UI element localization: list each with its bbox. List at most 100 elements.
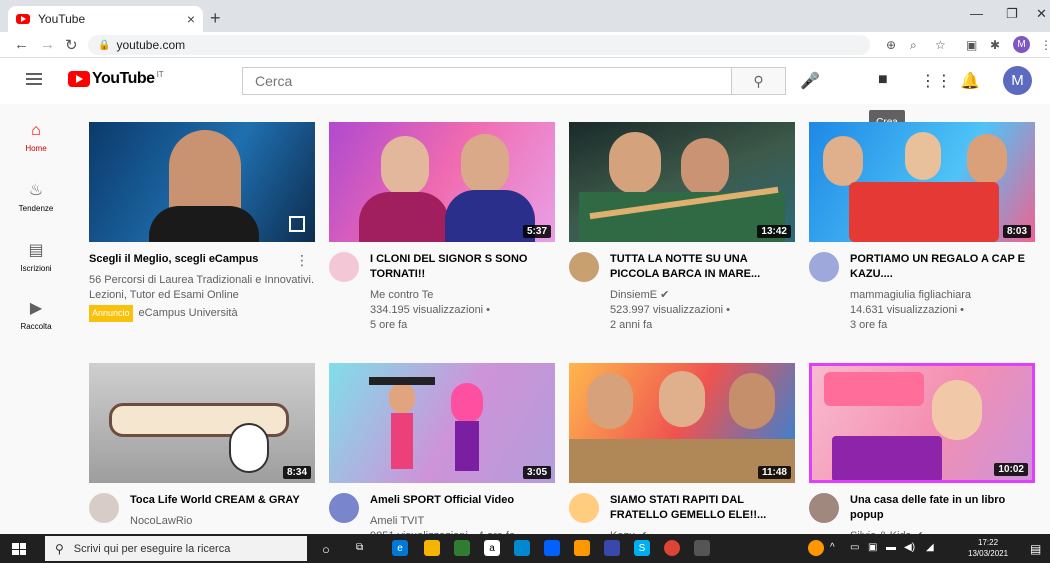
app-icon[interactable] [604, 540, 620, 556]
sidebar-item-tendenze[interactable]: ♨ Tendenze [0, 180, 72, 213]
ad-card[interactable]: Scegli il Meglio, scegli eCampus ⋮ 56 Pe… [89, 122, 315, 322]
dropbox-icon[interactable] [544, 540, 560, 556]
video-duration: 11:48 [757, 466, 791, 479]
channel-name[interactable]: DinsiemE ✔ [610, 288, 795, 303]
sidebar-item-home[interactable]: ⌂ Home [0, 122, 72, 153]
video-card[interactable]: 8:03 PORTIAMO UN REGALO A CAP E KAZU....… [809, 122, 1035, 333]
taskbar-search-input[interactable]: ⚲ Scrivi qui per eseguire la ricerca [45, 536, 307, 561]
channel-name[interactable]: Ameli TVIT [370, 514, 555, 529]
search-button[interactable]: ⚲ [732, 67, 786, 95]
video-thumbnail[interactable]: 11:48 [569, 363, 795, 483]
sidebar-item-raccolta[interactable]: ▶ Raccolta [0, 298, 72, 331]
youtube-play-logo-icon [68, 71, 90, 87]
mail-icon[interactable] [514, 540, 530, 556]
account-avatar[interactable]: M [1003, 66, 1032, 95]
channel-name[interactable]: mammagiulia figliachiara [850, 288, 1035, 303]
video-meta: TUTTA LA NOTTE SU UNA PICCOLA BARCA IN M… [569, 252, 795, 333]
channel-avatar[interactable] [809, 493, 839, 523]
amazon-icon[interactable]: a [484, 540, 500, 556]
video-thumbnail[interactable]: 8:34 [89, 363, 315, 483]
video-title[interactable]: I CLONI DEL SIGNOR S SONO TORNATI!! [370, 252, 555, 282]
video-title[interactable]: Toca Life World CREAM & GRAY [130, 493, 315, 508]
extension-icon[interactable]: ▣ [966, 38, 977, 52]
upload-age: 2 anni fa [610, 319, 653, 331]
notifications-bell-icon[interactable]: 🔔 [960, 71, 980, 91]
restore-icon[interactable]: ❐ [1006, 6, 1018, 22]
close-window-icon[interactable]: ✕ [1036, 6, 1047, 22]
notifications-icon[interactable]: ▤ [1030, 542, 1041, 556]
video-thumbnail[interactable]: 13:42 [569, 122, 795, 242]
tray-icon[interactable]: ▭ [850, 542, 859, 553]
external-link-icon[interactable] [289, 216, 305, 232]
tray-app-icon[interactable] [808, 540, 824, 556]
reload-icon[interactable]: ↻ [65, 36, 78, 54]
video-title[interactable]: Una casa delle fate in un libro popup [850, 493, 1035, 523]
edge-icon[interactable]: e [392, 540, 408, 556]
install-icon[interactable]: ⊕ [886, 38, 896, 52]
back-icon[interactable]: ← [14, 36, 29, 53]
channel-avatar[interactable] [329, 252, 359, 282]
system-clock[interactable]: 17:22 13/03/2021 [968, 537, 1008, 559]
omnibox[interactable]: 🔒 youtube.com [88, 35, 870, 55]
channel-name[interactable]: eCampus Università [139, 307, 238, 319]
close-tab-icon[interactable]: × [187, 11, 195, 27]
minimize-icon[interactable]: — [970, 6, 983, 21]
store-icon[interactable] [454, 540, 470, 556]
video-thumbnail[interactable]: 3:05 [329, 363, 555, 483]
volume-icon[interactable]: ◀) [904, 542, 915, 553]
video-card[interactable]: 8:34 Toca Life World CREAM & GRAY NocoLa… [89, 363, 315, 529]
apps-grid-icon[interactable]: ⋮⋮ [920, 71, 952, 91]
video-card[interactable]: 3:05 Ameli SPORT Official Video Ameli TV… [329, 363, 555, 544]
home-icon: ⌂ [31, 122, 41, 139]
ad-badge: Annuncio [89, 305, 133, 322]
channel-name[interactable]: NocoLawRio [130, 514, 315, 529]
channel-avatar[interactable] [569, 493, 599, 523]
wifi-icon[interactable]: ◢ [926, 542, 934, 553]
video-thumbnail[interactable] [89, 122, 315, 242]
battery-icon[interactable]: ▬ [886, 542, 896, 553]
zoom-icon[interactable]: ⌕ [910, 38, 917, 53]
windows-start-icon[interactable] [12, 543, 26, 555]
video-thumbnail[interactable]: 5:37 [329, 122, 555, 242]
task-view-icon[interactable]: ⧉ [356, 542, 363, 553]
create-video-icon[interactable]: ■ [878, 71, 888, 89]
cortana-icon[interactable]: ○ [322, 542, 330, 557]
video-card[interactable]: 5:37 I CLONI DEL SIGNOR S SONO TORNATI!!… [329, 122, 555, 333]
channel-avatar[interactable] [569, 252, 599, 282]
upload-age: 3 ore fa [850, 319, 888, 331]
search-input[interactable]: Cerca [242, 67, 732, 95]
channel-avatar[interactable] [329, 493, 359, 523]
video-title[interactable]: Scegli il Meglio, scegli eCampus [89, 252, 315, 267]
channel-avatar[interactable] [89, 493, 119, 523]
sidebar-item-iscrizioni[interactable]: ▤ Iscrizioni [0, 240, 72, 273]
more-options-icon[interactable]: ⋮ [295, 252, 309, 269]
skype-icon[interactable]: S [634, 540, 650, 556]
video-thumbnail[interactable]: 8:03 [809, 122, 1035, 242]
tray-icon[interactable]: ▣ [868, 542, 877, 553]
firefox-icon[interactable] [574, 540, 590, 556]
app-icon[interactable] [694, 540, 710, 556]
video-title[interactable]: SIAMO STATI RAPITI DAL FRATELLO GEMELLO … [610, 493, 795, 523]
browser-menu-icon[interactable]: ⋮ [1040, 38, 1050, 52]
menu-hamburger-icon[interactable] [26, 73, 42, 88]
youtube-logo[interactable]: YouTube IT [68, 70, 164, 88]
voice-search-icon[interactable]: 🎤 [800, 71, 820, 91]
chevron-up-icon[interactable]: ^ [830, 542, 835, 553]
video-card[interactable]: 11:48 SIAMO STATI RAPITI DAL FRATELLO GE… [569, 363, 795, 544]
browser-tab[interactable]: YouTube × [8, 6, 203, 32]
video-title[interactable]: PORTIAMO UN REGALO A CAP E KAZU.... [850, 252, 1035, 282]
new-tab-button[interactable]: + [210, 8, 221, 29]
channel-avatar[interactable] [809, 252, 839, 282]
video-card[interactable]: 13:42 TUTTA LA NOTTE SU UNA PICCOLA BARC… [569, 122, 795, 333]
chrome-icon[interactable] [664, 540, 680, 556]
file-explorer-icon[interactable] [424, 540, 440, 556]
video-title[interactable]: Ameli SPORT Official Video [370, 493, 555, 508]
bookmark-star-icon[interactable]: ☆ [935, 38, 946, 52]
forward-icon[interactable]: → [40, 36, 55, 53]
browser-profile-avatar[interactable]: M [1013, 36, 1030, 53]
video-thumbnail[interactable]: 10:02 [809, 363, 1035, 483]
video-card[interactable]: 10:02 Una casa delle fate in un libro po… [809, 363, 1035, 544]
video-title[interactable]: TUTTA LA NOTTE SU UNA PICCOLA BARCA IN M… [610, 252, 795, 282]
channel-name[interactable]: Me contro Te [370, 288, 555, 303]
puzzle-icon[interactable]: ✱ [990, 38, 1000, 52]
